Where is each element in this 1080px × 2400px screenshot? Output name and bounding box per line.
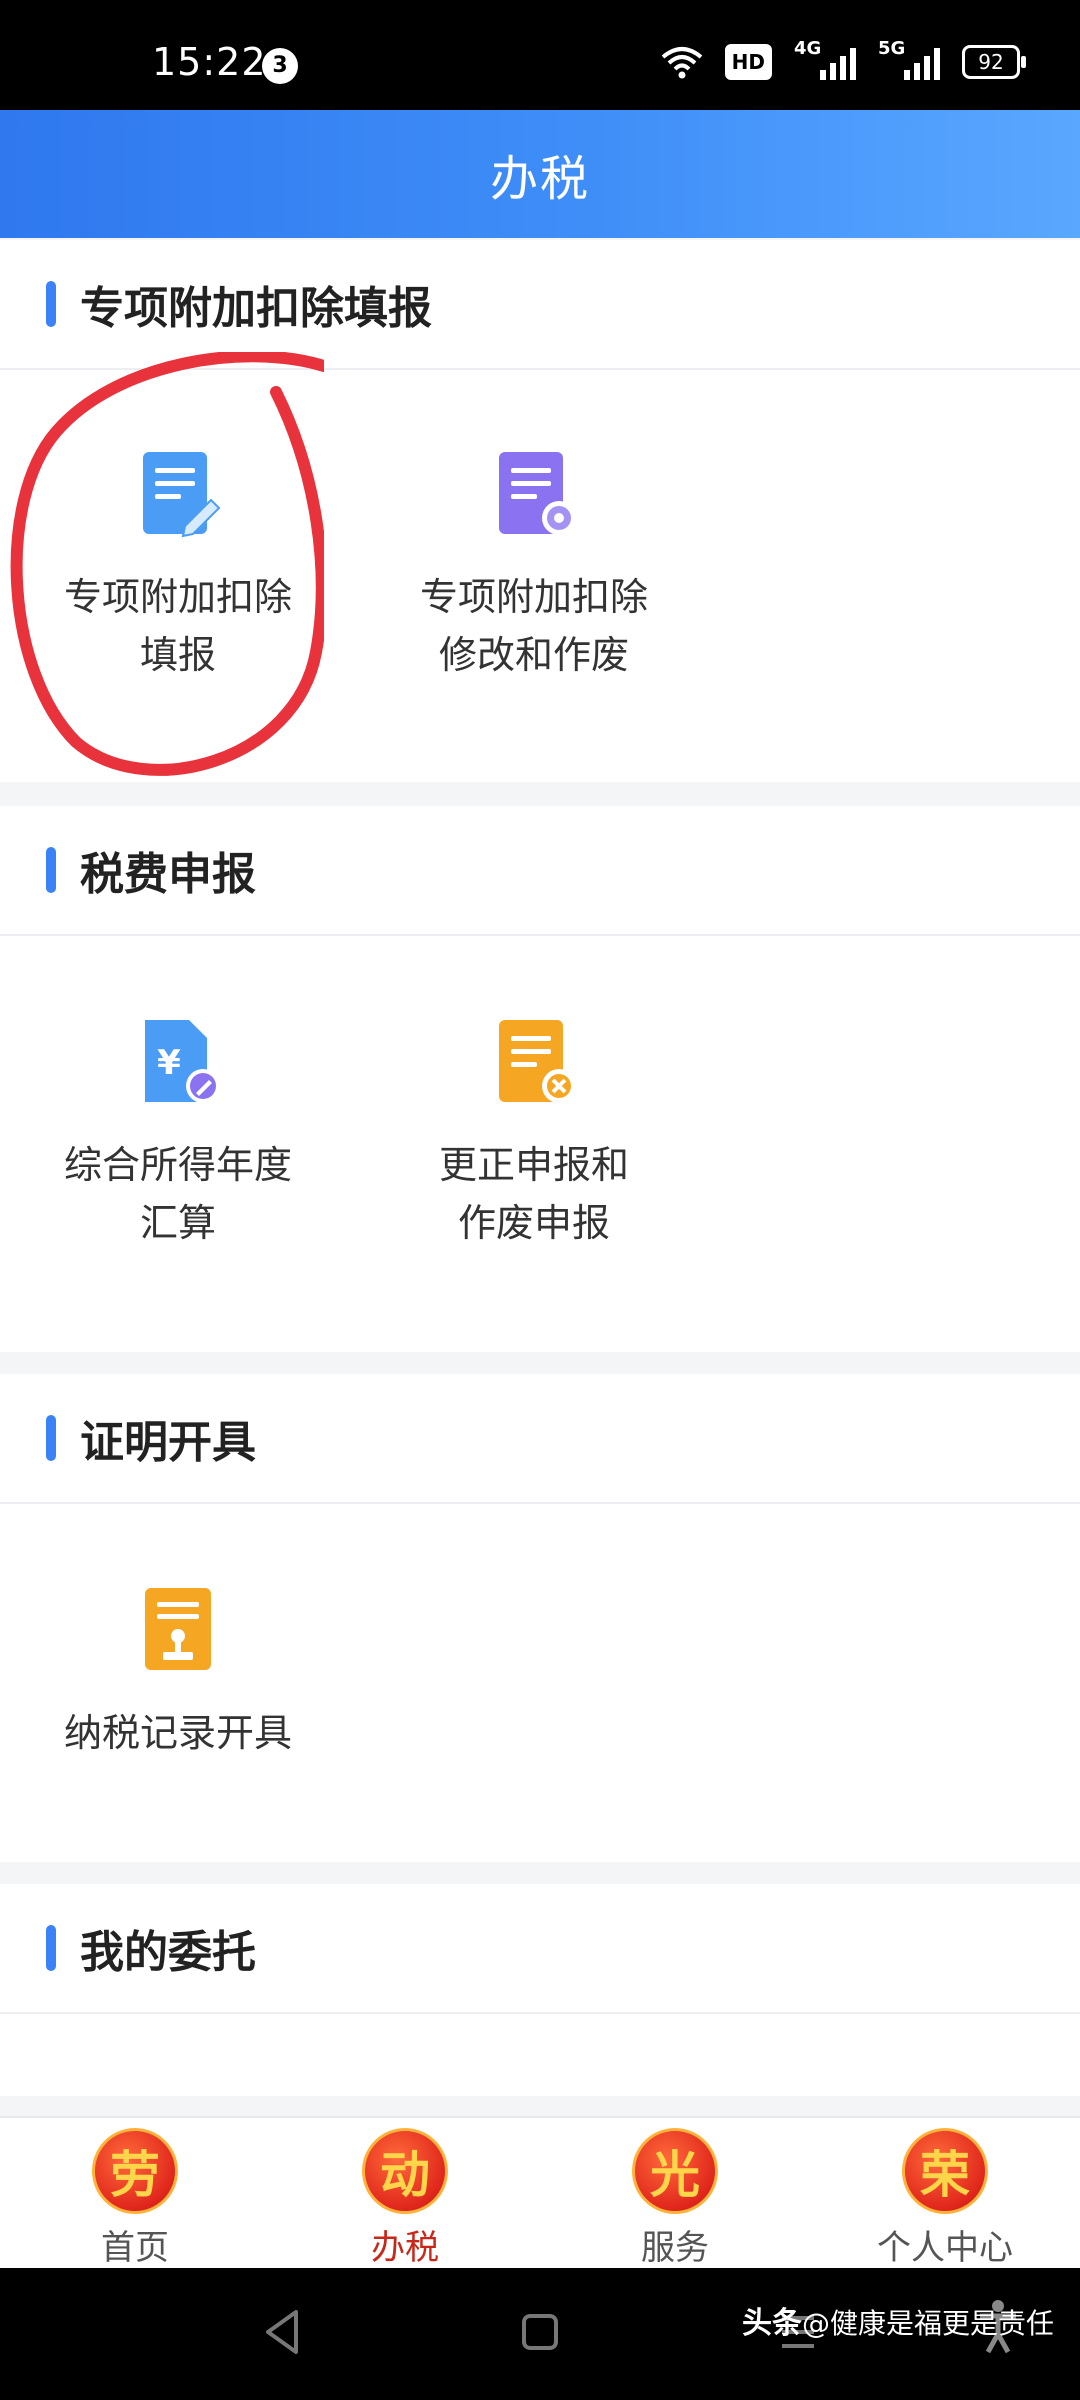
section-title: 我的委托 (80, 1927, 256, 1978)
nav-badge-icon: 荣 (902, 2128, 988, 2214)
watermark-text: @健康是福更是责任 (801, 2307, 1054, 2340)
page-title: 办税 (489, 151, 590, 207)
section-accent-bar (46, 1415, 56, 1461)
battery-icon: 92 (962, 45, 1026, 79)
nav-service[interactable]: 光 服务 (540, 2118, 810, 2270)
section-header: 我的委托 (0, 1884, 1080, 2014)
section-certificates: 证明开具 纳税记录开具 (0, 1374, 1080, 1862)
section-my-delegation: 我的委托 (0, 1884, 1080, 2096)
tile-label-line1: 专项附加扣除 (419, 575, 648, 619)
tile-label-line1: 综合所得年度 (63, 1143, 292, 1187)
section-header: 证明开具 (0, 1374, 1080, 1504)
edit-document-icon (143, 452, 221, 538)
tile-correct-filing[interactable]: 更正申报和 作废申报 (384, 1016, 684, 1252)
nav-home[interactable]: 劳 首页 (0, 2118, 270, 2270)
nav-label: 个人中心 (877, 2228, 1013, 2268)
nav-badge-icon: 动 (362, 2128, 448, 2214)
section-title: 专项附加扣除填报 (80, 283, 432, 334)
notification-badge: 3 (262, 48, 298, 84)
page-header: 办税 (0, 110, 1080, 238)
svg-text:¥: ¥ (157, 1043, 181, 1083)
section-tax-filing: 税费申报 ¥ 综合所得年度 汇算 更正申报和 作废申报 (0, 806, 1080, 1352)
status-time: 15:22 (152, 40, 267, 84)
yuan-document-icon: ¥ (145, 1020, 220, 1103)
status-bar: 15:22 3 HD 4G 5G 92 (0, 0, 1080, 110)
watermark: 头条@健康是福更是责任 (742, 2298, 1054, 2342)
nav-label: 首页 (101, 2228, 169, 2268)
tile-annual-settlement[interactable]: ¥ 综合所得年度 汇算 (28, 1016, 328, 1252)
settings-document-icon (499, 452, 576, 535)
nav-badge-icon: 劳 (92, 2128, 178, 2214)
tile-tax-record[interactable]: 纳税记录开具 (28, 1584, 328, 1762)
watermark-brand: 头条 (741, 2306, 802, 2341)
tile-label-line2: 汇算 (139, 1201, 216, 1245)
nav-label: 服务 (641, 2228, 709, 2268)
nav-label: 办税 (371, 2228, 439, 2268)
nav-badge-icon: 光 (632, 2128, 718, 2214)
section-accent-bar (46, 281, 56, 327)
status-icons: HD 4G 5G 92 (661, 38, 1026, 80)
back-icon[interactable] (262, 2308, 302, 2356)
tile-label-line2: 作废申报 (457, 1201, 610, 1245)
bottom-navigation: 劳 首页 动 办税 光 服务 荣 个人中心 (0, 2116, 1080, 2270)
tile-label-line1: 纳税记录开具 (63, 1711, 292, 1755)
section-header: 专项附加扣除填报 (0, 240, 1080, 370)
tile-label-line2: 修改和作废 (438, 633, 629, 677)
signal-5g-icon: 5G (878, 38, 940, 80)
cancel-document-icon (499, 1020, 576, 1103)
section-accent-bar (46, 1925, 56, 1971)
section-accent-bar (46, 847, 56, 893)
signal-4g-icon: 4G (794, 38, 856, 80)
section-title: 证明开具 (80, 1417, 256, 1468)
tile-label-line1: 更正申报和 (438, 1143, 629, 1187)
section-title: 税费申报 (80, 849, 256, 900)
nav-tax[interactable]: 动 办税 (270, 2118, 540, 2270)
tile-special-deduction-fill[interactable]: 专项附加扣除 填报 (28, 448, 328, 684)
tile-special-deduction-modify[interactable]: 专项附加扣除 修改和作废 (384, 448, 684, 684)
tile-label-line1: 专项附加扣除 (63, 575, 292, 619)
wifi-icon (661, 47, 702, 79)
home-icon[interactable] (520, 2308, 560, 2356)
section-header: 税费申报 (0, 806, 1080, 936)
stamp-document-icon (145, 1588, 211, 1670)
tile-label-line2: 填报 (139, 633, 216, 677)
hd-icon: HD (724, 44, 772, 80)
section-special-deduction: 专项附加扣除填报 专项附加扣除 填报 专项附加扣除 修改和作废 (0, 240, 1080, 782)
nav-profile[interactable]: 荣 个人中心 (810, 2118, 1080, 2270)
